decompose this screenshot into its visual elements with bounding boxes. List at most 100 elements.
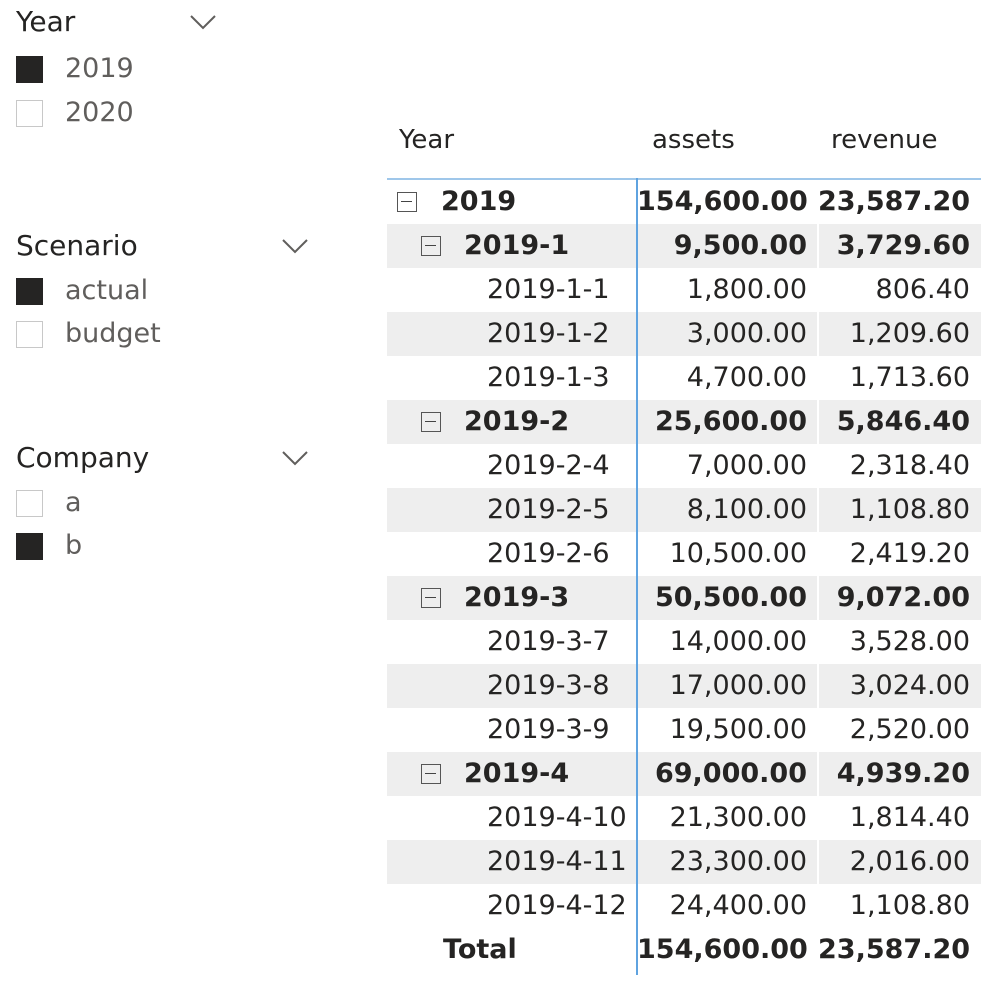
assets-cell: 7,000.00 [686,450,807,481]
revenue-cell: 2,318.40 [849,450,970,481]
row-header-divider [636,178,638,975]
column-divider [817,840,819,884]
chevron-down-icon[interactable] [280,236,310,256]
assets-cell: 3,000.00 [686,318,807,349]
row-label: 2019-4 [464,758,570,789]
revenue-cell: 3,528.00 [849,626,970,657]
slicer-item-label: 2020 [65,97,134,128]
revenue-cell: 1,713.60 [849,362,970,393]
table-row-group[interactable]: 2019-2 25,600.00 5,846.40 [387,400,981,444]
row-label: 2019-1 [464,230,570,261]
collapse-icon[interactable] [421,588,441,608]
table-row[interactable]: 2019-3-8 17,000.00 3,024.00 [387,664,981,708]
collapse-icon[interactable] [421,236,441,256]
revenue-cell: 2,419.20 [849,538,970,569]
collapse-icon[interactable] [421,412,441,432]
column-header-assets[interactable]: assets [652,122,735,158]
row-label: 2019-2-5 [487,494,610,525]
assets-cell: 21,300.00 [669,802,807,833]
company-slicer-title: Company [16,441,150,474]
table-row[interactable]: 2019-3-7 14,000.00 3,528.00 [387,620,981,664]
assets-cell: 50,500.00 [654,582,807,613]
revenue-cell: 2,520.00 [849,714,970,745]
chevron-down-icon[interactable] [188,12,218,32]
assets-cell: 19,500.00 [669,714,807,745]
row-label: 2019-4-12 [487,890,627,921]
row-label: 2019-3 [464,582,570,613]
column-header-year[interactable]: Year [399,122,454,158]
column-divider [817,664,819,708]
slicer-item-label: 2019 [65,53,134,84]
assets-cell: 1,800.00 [686,274,807,305]
checkbox[interactable] [16,321,43,348]
total-revenue-cell: 23,587.20 [818,934,971,965]
table-row[interactable]: 2019-2-6 10,500.00 2,419.20 [387,532,981,576]
revenue-cell: 3,024.00 [849,670,970,701]
column-divider [817,576,819,620]
table-row[interactable]: 2019-3-9 19,500.00 2,520.00 [387,708,981,752]
row-label: 2019 [441,186,517,217]
assets-cell: 10,500.00 [669,538,807,569]
slicer-item-a[interactable]: a [16,487,216,522]
row-label: 2019-3-7 [487,626,610,657]
column-divider [817,312,819,356]
checkbox[interactable] [16,533,43,560]
checkbox[interactable] [16,56,43,83]
row-label: 2019-4-11 [487,846,627,877]
assets-cell: 23,300.00 [669,846,807,877]
table-row[interactable]: 2019-2-5 8,100.00 1,108.80 [387,488,981,532]
row-label: 2019-1-2 [487,318,610,349]
collapse-icon[interactable] [421,764,441,784]
row-label: 2019-3-8 [487,670,610,701]
slicer-item-actual[interactable]: actual [16,275,216,310]
revenue-cell: 806.40 [875,274,970,305]
collapse-icon[interactable] [397,192,417,212]
assets-cell: 17,000.00 [669,670,807,701]
slicer-item-2020[interactable]: 2020 [16,97,216,132]
revenue-cell: 1,209.60 [849,318,970,349]
table-row[interactable]: 2019-4-12 24,400.00 1,108.80 [387,884,981,928]
checkbox[interactable] [16,278,43,305]
revenue-cell: 1,108.80 [849,890,970,921]
assets-cell: 4,700.00 [686,362,807,393]
total-row: Total 154,600.00 23,587.20 [387,928,981,972]
table-row[interactable]: 2019-4-10 21,300.00 1,814.40 [387,796,981,840]
table-row[interactable]: 2019-1-1 1,800.00 806.40 [387,268,981,312]
matrix-header: Year assets revenue [387,112,981,180]
column-header-revenue[interactable]: revenue [831,122,937,158]
chevron-down-icon[interactable] [280,448,310,468]
row-label: 2019-3-9 [487,714,610,745]
slicer-item-label: actual [65,275,149,306]
revenue-cell: 1,108.80 [849,494,970,525]
row-label: 2019-1-1 [487,274,610,305]
table-row-group[interactable]: 2019-1 9,500.00 3,729.60 [387,224,981,268]
row-label: 2019-2-4 [487,450,610,481]
column-divider [817,488,819,532]
table-row[interactable]: 2019-1-3 4,700.00 1,713.60 [387,356,981,400]
table-row-group[interactable]: 2019-4 69,000.00 4,939.20 [387,752,981,796]
total-assets-cell: 154,600.00 [637,934,808,965]
assets-cell: 154,600.00 [637,186,808,217]
row-label: 2019-4-10 [487,802,627,833]
assets-cell: 69,000.00 [654,758,807,789]
table-row-group[interactable]: 2019-3 50,500.00 9,072.00 [387,576,981,620]
checkbox[interactable] [16,490,43,517]
revenue-cell: 3,729.60 [836,230,970,261]
table-row[interactable]: 2019-4-11 23,300.00 2,016.00 [387,840,981,884]
table-row[interactable]: 2019-1-2 3,000.00 1,209.60 [387,312,981,356]
table-row[interactable]: 2019-2-4 7,000.00 2,318.40 [387,444,981,488]
table-row-group[interactable]: 2019 154,600.00 23,587.20 [387,180,981,224]
row-label: 2019-2-6 [487,538,610,569]
assets-cell: 14,000.00 [669,626,807,657]
slicer-item-b[interactable]: b [16,530,216,565]
slicer-item-budget[interactable]: budget [16,318,216,353]
slicer-item-label: b [65,530,83,561]
checkbox[interactable] [16,100,43,127]
revenue-cell: 9,072.00 [836,582,970,613]
revenue-cell: 2,016.00 [849,846,970,877]
assets-cell: 8,100.00 [686,494,807,525]
slicer-item-2019[interactable]: 2019 [16,53,216,88]
assets-cell: 25,600.00 [654,406,807,437]
row-label: 2019-2 [464,406,570,437]
column-divider [817,752,819,796]
